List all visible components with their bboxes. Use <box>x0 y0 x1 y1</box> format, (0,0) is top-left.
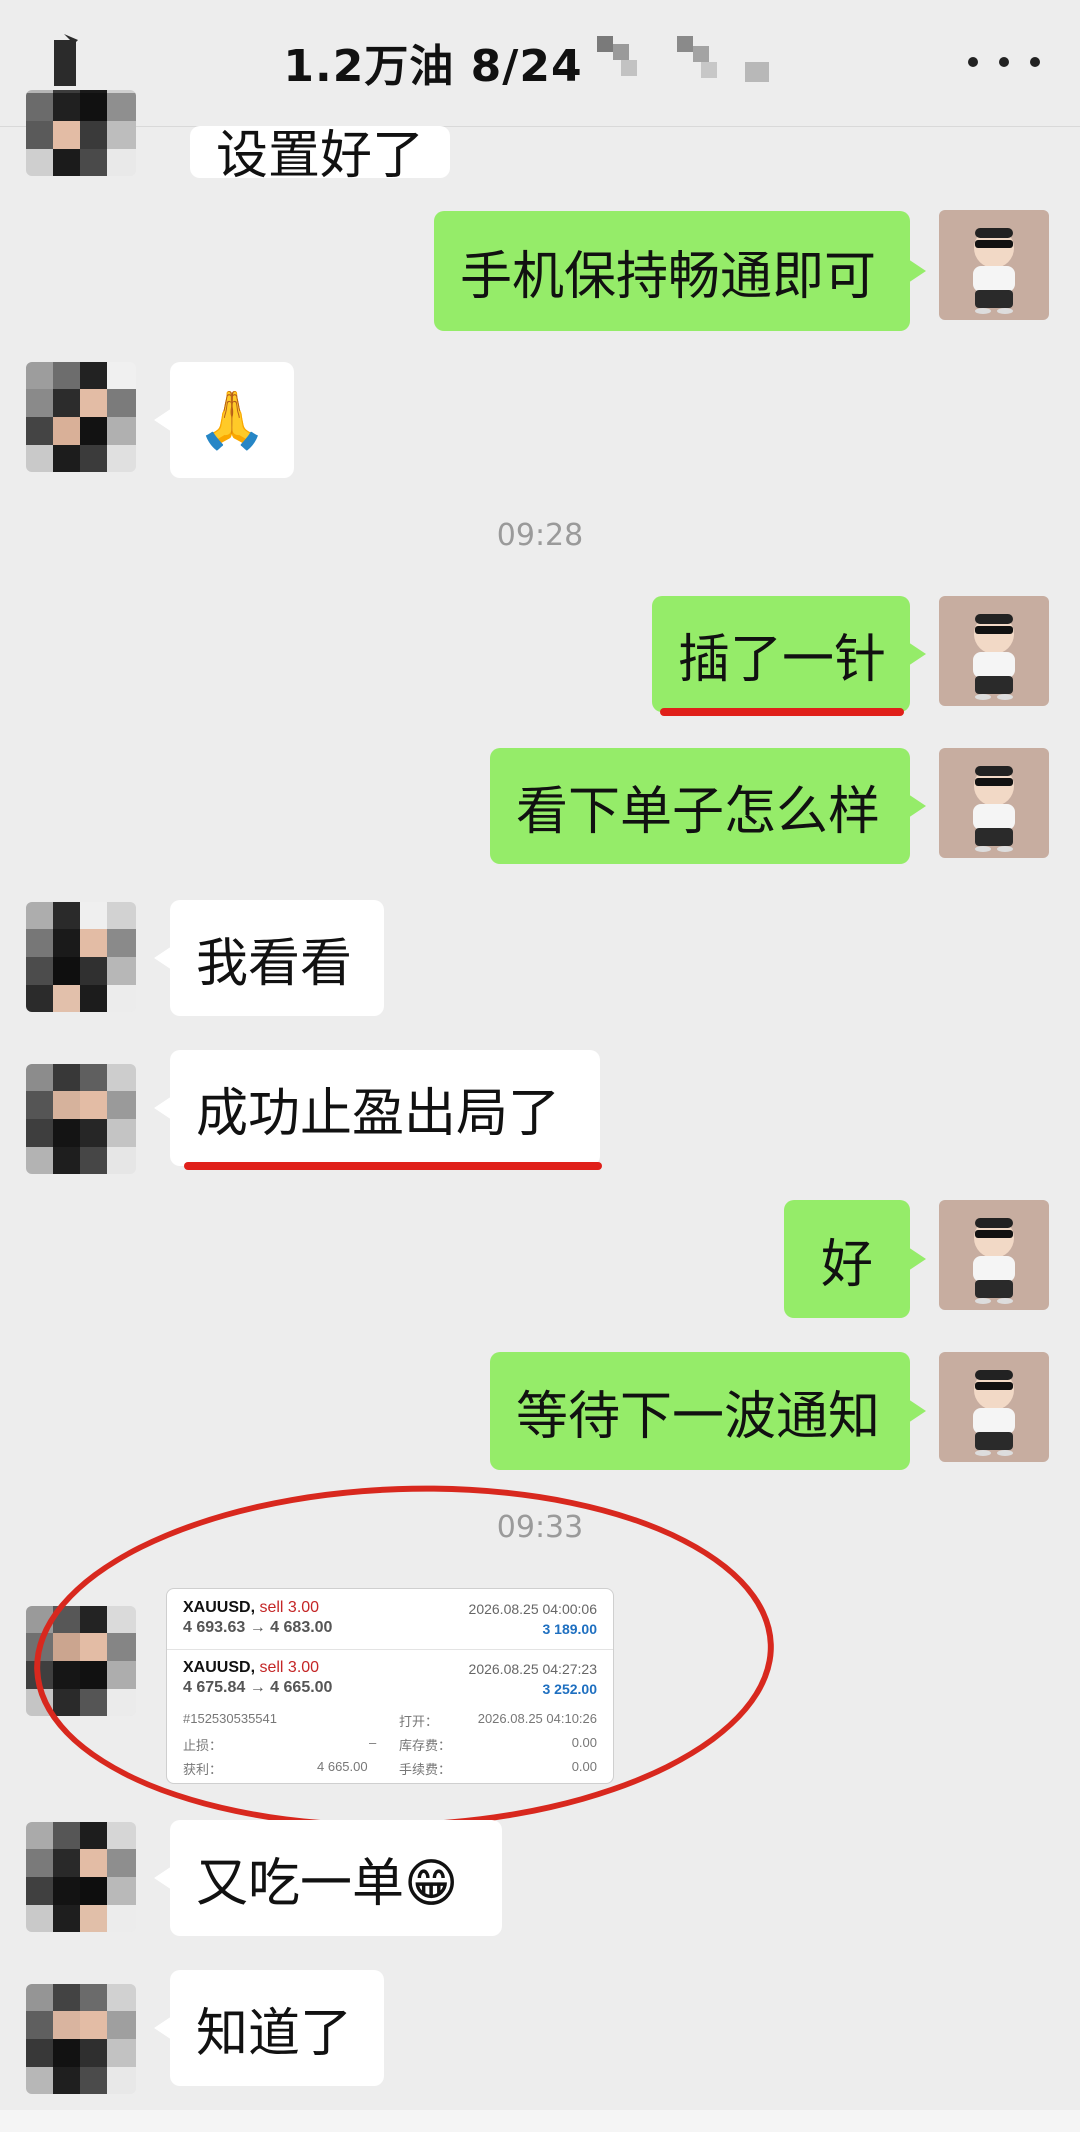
user-avatar[interactable] <box>939 210 1049 320</box>
message-text: 设置好了 <box>216 126 425 178</box>
message-text: 好 <box>820 1234 873 1295</box>
contact-avatar[interactable] <box>26 1984 136 2094</box>
contact-avatar[interactable] <box>26 1822 136 1932</box>
message-bubble[interactable]: 我看看 <box>154 900 384 1016</box>
message-text: 看下单子怎么样 <box>516 781 881 842</box>
chat-title: 1.2万油 8/24 <box>283 41 583 92</box>
contact-avatar[interactable] <box>26 90 136 176</box>
contact-avatar[interactable] <box>26 1064 136 1174</box>
bottom-edge <box>0 2110 1080 2132</box>
message-text: 又吃一单😁 <box>196 1853 459 1914</box>
message-text: 知道了 <box>196 2003 353 2064</box>
message-bubble[interactable]: 又吃一单😁 <box>154 1820 502 1936</box>
chat-header: 1.2万油 8/24 <box>0 0 1080 127</box>
message-bubble[interactable]: 知道了 <box>154 1970 384 2086</box>
message-text: 插了一针 <box>678 629 887 690</box>
message-bubble-sent[interactable]: 看下单子怎么样 <box>490 748 926 864</box>
message-bubble-sent[interactable]: 等待下一波通知 <box>490 1352 926 1470</box>
user-avatar[interactable] <box>939 1352 1049 1462</box>
user-avatar[interactable] <box>939 1200 1049 1310</box>
pixelated-title-mosaic <box>596 32 797 92</box>
chat-title-area: 1.2万油 8/24 <box>0 30 1080 94</box>
contact-avatar[interactable] <box>26 902 136 1012</box>
message-text: 我看看 <box>196 933 353 994</box>
message-text: 成功止盈出局了 <box>196 1083 561 1144</box>
message-text: 手机保持畅通即可 <box>460 246 877 307</box>
user-avatar[interactable] <box>939 748 1049 858</box>
more-dots-icon[interactable] <box>968 40 1040 84</box>
user-avatar[interactable] <box>939 596 1049 706</box>
red-underline-annotation <box>660 708 904 716</box>
message-bubble[interactable]: 🙏 <box>154 362 294 478</box>
contact-avatar[interactable] <box>26 362 136 472</box>
message-text: 等待下一波通知 <box>516 1386 881 1447</box>
message-bubble[interactable]: 设置好了 <box>190 126 451 178</box>
folded-hands-emoji: 🙏 <box>197 388 267 453</box>
message-bubble-sent[interactable]: 插了一针 <box>652 596 926 712</box>
message-bubble-sent[interactable]: 好 <box>784 1200 926 1318</box>
timestamp: 09:28 <box>496 518 584 553</box>
red-underline-annotation <box>184 1162 602 1170</box>
message-bubble[interactable]: 成功止盈出局了 <box>154 1050 600 1166</box>
message-bubble-sent[interactable]: 手机保持畅通即可 <box>434 211 926 331</box>
